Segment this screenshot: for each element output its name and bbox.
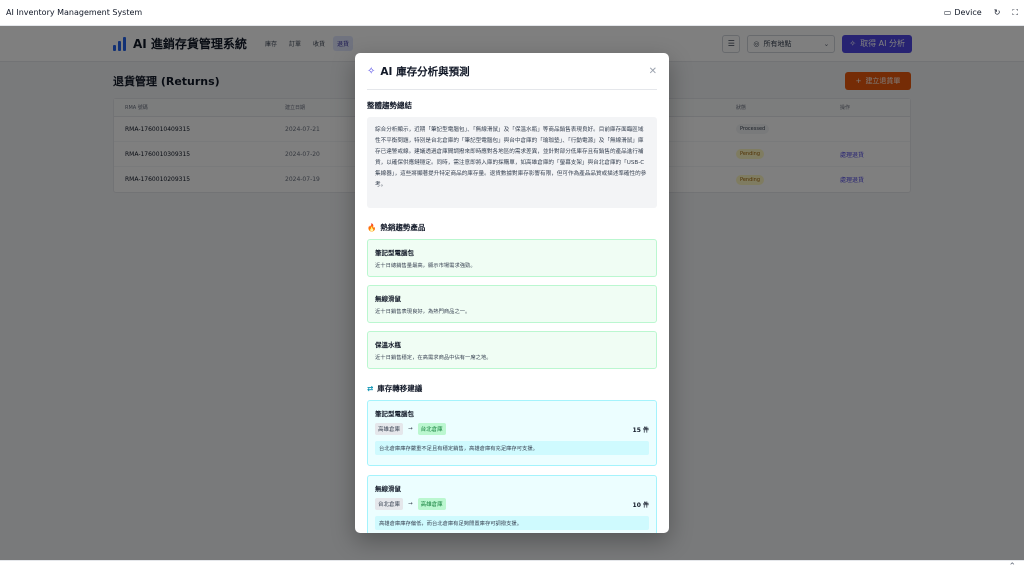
product-name: 筆記型電腦包: [375, 249, 414, 257]
product-desc: 近十日銷售表現良好，為熱門商品之一。: [375, 309, 471, 315]
app-viewport: AI 進銷存貨管理系統 庫存 訂單 收貨 退貨 ☰ ◎ 所有地點 ⌄ ✧ 取得 …: [0, 26, 1024, 560]
product-desc: 近十日總銷售量最高，顯示市場需求強勁。: [375, 263, 476, 269]
trending-product-card: 筆記型電腦包 近十日總銷售量最高，顯示市場需求強勁。: [367, 239, 657, 277]
product-desc: 近十日銷售穩定，在高需求商品中佔有一席之地。: [375, 355, 492, 361]
transfer-note: 台北倉庫庫存嚴重不足且有穩定銷售，高雄倉庫有充足庫存可支援。: [375, 441, 649, 455]
transfer-section-title: ⇄ 庫存轉移建議: [367, 384, 423, 393]
window-title: AI Inventory Management System: [6, 8, 143, 17]
fullscreen-icon[interactable]: ⛶: [1012, 8, 1018, 18]
transfer-product-name: 無線滑鼠: [375, 485, 401, 493]
device-label: Device: [954, 8, 982, 17]
transfer-quantity: 10 件: [632, 501, 649, 509]
transfer-route: 高雄倉庫 → 台北倉庫 15 件: [375, 423, 649, 435]
product-name: 無線滑鼠: [375, 295, 401, 303]
arrow-right-icon: →: [408, 426, 413, 432]
transfer-card: 無線滑鼠 台北倉庫 → 高雄倉庫 10 件 高雄倉庫庫存偏低，而台北倉庫有足夠閒…: [367, 475, 657, 533]
transfer-note: 高雄倉庫庫存偏低，而台北倉庫有足夠閒置庫存可調撥支援。: [375, 516, 649, 530]
trending-section-title: 🔥 熱銷趨勢產品: [367, 223, 426, 232]
product-name: 保溫水瓶: [375, 341, 401, 349]
transfer-product-name: 筆記型電腦包: [375, 410, 414, 418]
modal-title: AI 庫存分析與預測: [380, 65, 470, 78]
summary-title: 整體趨勢總結: [367, 101, 412, 110]
ai-analysis-modal: ✧ AI 庫存分析與預測 ✕ 整體趨勢總結 綜合分析顯示，近期「筆記型電腦包」、…: [355, 53, 669, 533]
fire-icon: 🔥: [367, 223, 377, 232]
transfer-quantity: 15 件: [632, 426, 649, 434]
close-icon[interactable]: ✕: [649, 66, 657, 77]
reload-icon[interactable]: ↻: [994, 8, 1001, 17]
sparkle-icon: ✧: [367, 65, 376, 77]
trending-product-card: 無線滑鼠 近十日銷售表現良好，為熱門商品之一。: [367, 285, 657, 323]
summary-text: 綜合分析顯示，近期「筆記型電腦包」、「無線滑鼠」及「保溫水瓶」等商品銷售表現良好…: [367, 117, 657, 208]
chevron-up-icon[interactable]: ⌃: [1008, 562, 1016, 572]
device-icon: ▭: [943, 8, 952, 17]
arrow-right-icon: →: [408, 501, 413, 507]
transfer-arrows-icon: ⇄: [367, 384, 374, 393]
from-warehouse: 高雄倉庫: [375, 423, 404, 435]
bottom-bar: ⌃: [0, 560, 1024, 576]
transfer-card: 筆記型電腦包 高雄倉庫 → 台北倉庫 15 件 台北倉庫庫存嚴重不足且有穩定銷售…: [367, 400, 657, 466]
trending-product-card: 保溫水瓶 近十日銷售穩定，在高需求商品中佔有一席之地。: [367, 331, 657, 369]
to-warehouse: 台北倉庫: [417, 423, 446, 435]
window-titlebar: AI Inventory Management System ▭ Device …: [0, 0, 1024, 26]
from-warehouse: 台北倉庫: [375, 498, 404, 510]
transfer-route: 台北倉庫 → 高雄倉庫 10 件: [375, 498, 649, 510]
to-warehouse: 高雄倉庫: [417, 498, 446, 510]
modal-body[interactable]: 整體趨勢總結 綜合分析顯示，近期「筆記型電腦包」、「無線滑鼠」及「保溫水瓶」等商…: [367, 90, 657, 533]
modal-header: ✧ AI 庫存分析與預測 ✕: [355, 53, 669, 89]
device-toggle[interactable]: ▭ Device: [944, 8, 982, 17]
